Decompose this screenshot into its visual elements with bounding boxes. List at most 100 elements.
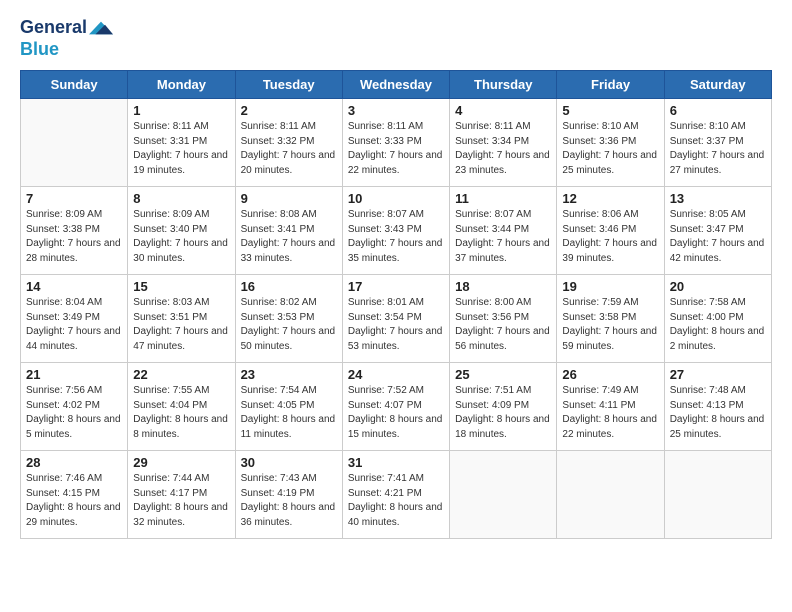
calendar-cell: 26 Sunrise: 7:49 AMSunset: 4:11 PMDayligh… [557,363,664,451]
calendar-week-1: 1 Sunrise: 8:11 AMSunset: 3:31 PMDaylight… [21,99,772,187]
calendar-header-saturday: Saturday [664,71,771,99]
day-detail: Sunrise: 8:11 AMSunset: 3:33 PMDaylight:… [348,120,444,178]
day-detail: Sunrise: 7:46 AMSunset: 4:15 PMDaylight:… [26,472,122,530]
calendar-week-3: 14Sunrise: 8:04 AMSunset: 3:49 PMDayligh… [21,275,772,363]
logo: General Blue [20,16,113,60]
day-number: 28 [26,455,122,470]
calendar-week-2: 7 Sunrise: 8:09 AMSunset: 3:38 PMDaylight… [21,187,772,275]
calendar-cell: 24 Sunrise: 7:52 AMSunset: 4:07 PMDayligh… [342,363,449,451]
day-detail: Sunrise: 8:07 AMSunset: 3:43 PMDaylight:… [348,208,444,266]
calendar-cell: 11 Sunrise: 8:07 AMSunset: 3:44 PMDayligh… [450,187,557,275]
day-detail: Sunrise: 8:04 AMSunset: 3:49 PMDaylight:… [26,296,122,354]
calendar-cell: 16Sunrise: 8:02 AMSunset: 3:53 PMDayligh… [235,275,342,363]
day-detail: Sunrise: 8:11 AMSunset: 3:31 PMDaylight:… [133,120,229,178]
calendar-header-row: SundayMondayTuesdayWednesdayThursdayFrid… [21,71,772,99]
day-detail: Sunrise: 8:05 AMSunset: 3:47 PMDaylight:… [670,208,766,266]
calendar-cell [450,451,557,539]
calendar-cell: 28 Sunrise: 7:46 AMSunset: 4:15 PMDayligh… [21,451,128,539]
calendar-cell: 20 Sunrise: 7:58 AMSunset: 4:00 PMDayligh… [664,275,771,363]
day-number: 23 [241,367,337,382]
day-detail: Sunrise: 7:54 AMSunset: 4:05 PMDaylight:… [241,384,337,442]
day-number: 17 [348,279,444,294]
logo-text-line1: General [20,18,87,38]
calendar-cell: 12 Sunrise: 8:06 AMSunset: 3:46 PMDayligh… [557,187,664,275]
day-detail: Sunrise: 8:11 AMSunset: 3:32 PMDaylight:… [241,120,337,178]
day-detail: Sunrise: 8:01 AMSunset: 3:54 PMDaylight:… [348,296,444,354]
day-number: 9 [241,191,337,206]
calendar-week-4: 21Sunrise: 7:56 AMSunset: 4:02 PMDayligh… [21,363,772,451]
day-number: 11 [455,191,551,206]
day-number: 13 [670,191,766,206]
day-number: 1 [133,103,229,118]
day-number: 18 [455,279,551,294]
page-header: General Blue [20,16,772,60]
calendar-cell: 17 Sunrise: 8:01 AMSunset: 3:54 PMDayligh… [342,275,449,363]
day-number: 31 [348,455,444,470]
day-detail: Sunrise: 8:09 AMSunset: 3:40 PMDaylight:… [133,208,229,266]
calendar-cell: 30Sunrise: 7:43 AMSunset: 4:19 PMDayligh… [235,451,342,539]
calendar-header-monday: Monday [128,71,235,99]
calendar-table: SundayMondayTuesdayWednesdayThursdayFrid… [20,70,772,539]
calendar-cell [557,451,664,539]
day-detail: Sunrise: 8:08 AMSunset: 3:41 PMDaylight:… [241,208,337,266]
calendar-cell: 22Sunrise: 7:55 AMSunset: 4:04 PMDayligh… [128,363,235,451]
day-detail: Sunrise: 8:02 AMSunset: 3:53 PMDaylight:… [241,296,337,354]
calendar-cell: 25 Sunrise: 7:51 AMSunset: 4:09 PMDayligh… [450,363,557,451]
day-number: 2 [241,103,337,118]
day-number: 4 [455,103,551,118]
calendar-cell: 13 Sunrise: 8:05 AMSunset: 3:47 PMDayligh… [664,187,771,275]
calendar-header-tuesday: Tuesday [235,71,342,99]
calendar-cell: 5Sunrise: 8:10 AMSunset: 3:36 PMDaylight… [557,99,664,187]
calendar-cell: 4 Sunrise: 8:11 AMSunset: 3:34 PMDaylight… [450,99,557,187]
logo-text-line2: Blue [20,39,59,59]
day-number: 10 [348,191,444,206]
logo-icon [89,16,113,40]
calendar-body: 1 Sunrise: 8:11 AMSunset: 3:31 PMDaylight… [21,99,772,539]
calendar-cell: 7 Sunrise: 8:09 AMSunset: 3:38 PMDaylight… [21,187,128,275]
calendar-cell: 23 Sunrise: 7:54 AMSunset: 4:05 PMDayligh… [235,363,342,451]
day-number: 6 [670,103,766,118]
day-number: 15 [133,279,229,294]
calendar-cell: 31 Sunrise: 7:41 AMSunset: 4:21 PMDayligh… [342,451,449,539]
calendar-header-sunday: Sunday [21,71,128,99]
calendar-header-friday: Friday [557,71,664,99]
day-number: 22 [133,367,229,382]
day-detail: Sunrise: 7:58 AMSunset: 4:00 PMDaylight:… [670,296,766,354]
calendar-cell: 6 Sunrise: 8:10 AMSunset: 3:37 PMDaylight… [664,99,771,187]
day-number: 25 [455,367,551,382]
calendar-cell: 10 Sunrise: 8:07 AMSunset: 3:43 PMDayligh… [342,187,449,275]
calendar-cell: 1 Sunrise: 8:11 AMSunset: 3:31 PMDaylight… [128,99,235,187]
day-detail: Sunrise: 8:06 AMSunset: 3:46 PMDaylight:… [562,208,658,266]
day-detail: Sunrise: 8:07 AMSunset: 3:44 PMDaylight:… [455,208,551,266]
calendar-header-wednesday: Wednesday [342,71,449,99]
day-number: 20 [670,279,766,294]
day-detail: Sunrise: 8:00 AMSunset: 3:56 PMDaylight:… [455,296,551,354]
day-number: 3 [348,103,444,118]
calendar-cell: 27Sunrise: 7:48 AMSunset: 4:13 PMDayligh… [664,363,771,451]
day-number: 24 [348,367,444,382]
day-number: 30 [241,455,337,470]
calendar-cell: 3 Sunrise: 8:11 AMSunset: 3:33 PMDaylight… [342,99,449,187]
day-detail: Sunrise: 8:11 AMSunset: 3:34 PMDaylight:… [455,120,551,178]
day-number: 19 [562,279,658,294]
day-detail: Sunrise: 7:52 AMSunset: 4:07 PMDaylight:… [348,384,444,442]
calendar-cell: 8Sunrise: 8:09 AMSunset: 3:40 PMDaylight… [128,187,235,275]
day-detail: Sunrise: 7:44 AMSunset: 4:17 PMDaylight:… [133,472,229,530]
day-detail: Sunrise: 8:10 AMSunset: 3:37 PMDaylight:… [670,120,766,178]
day-detail: Sunrise: 7:51 AMSunset: 4:09 PMDaylight:… [455,384,551,442]
day-detail: Sunrise: 7:41 AMSunset: 4:21 PMDaylight:… [348,472,444,530]
day-number: 7 [26,191,122,206]
day-number: 26 [562,367,658,382]
calendar-cell: 2 Sunrise: 8:11 AMSunset: 3:32 PMDaylight… [235,99,342,187]
day-number: 12 [562,191,658,206]
calendar-week-5: 28 Sunrise: 7:46 AMSunset: 4:15 PMDayligh… [21,451,772,539]
calendar-cell: 15Sunrise: 8:03 AMSunset: 3:51 PMDayligh… [128,275,235,363]
day-detail: Sunrise: 7:49 AMSunset: 4:11 PMDaylight:… [562,384,658,442]
calendar-cell [664,451,771,539]
day-detail: Sunrise: 7:59 AMSunset: 3:58 PMDaylight:… [562,296,658,354]
day-detail: Sunrise: 8:09 AMSunset: 3:38 PMDaylight:… [26,208,122,266]
calendar-cell: 29Sunrise: 7:44 AMSunset: 4:17 PMDayligh… [128,451,235,539]
calendar-cell: 19 Sunrise: 7:59 AMSunset: 3:58 PMDayligh… [557,275,664,363]
day-detail: Sunrise: 7:56 AMSunset: 4:02 PMDaylight:… [26,384,122,442]
calendar-cell: 21Sunrise: 7:56 AMSunset: 4:02 PMDayligh… [21,363,128,451]
